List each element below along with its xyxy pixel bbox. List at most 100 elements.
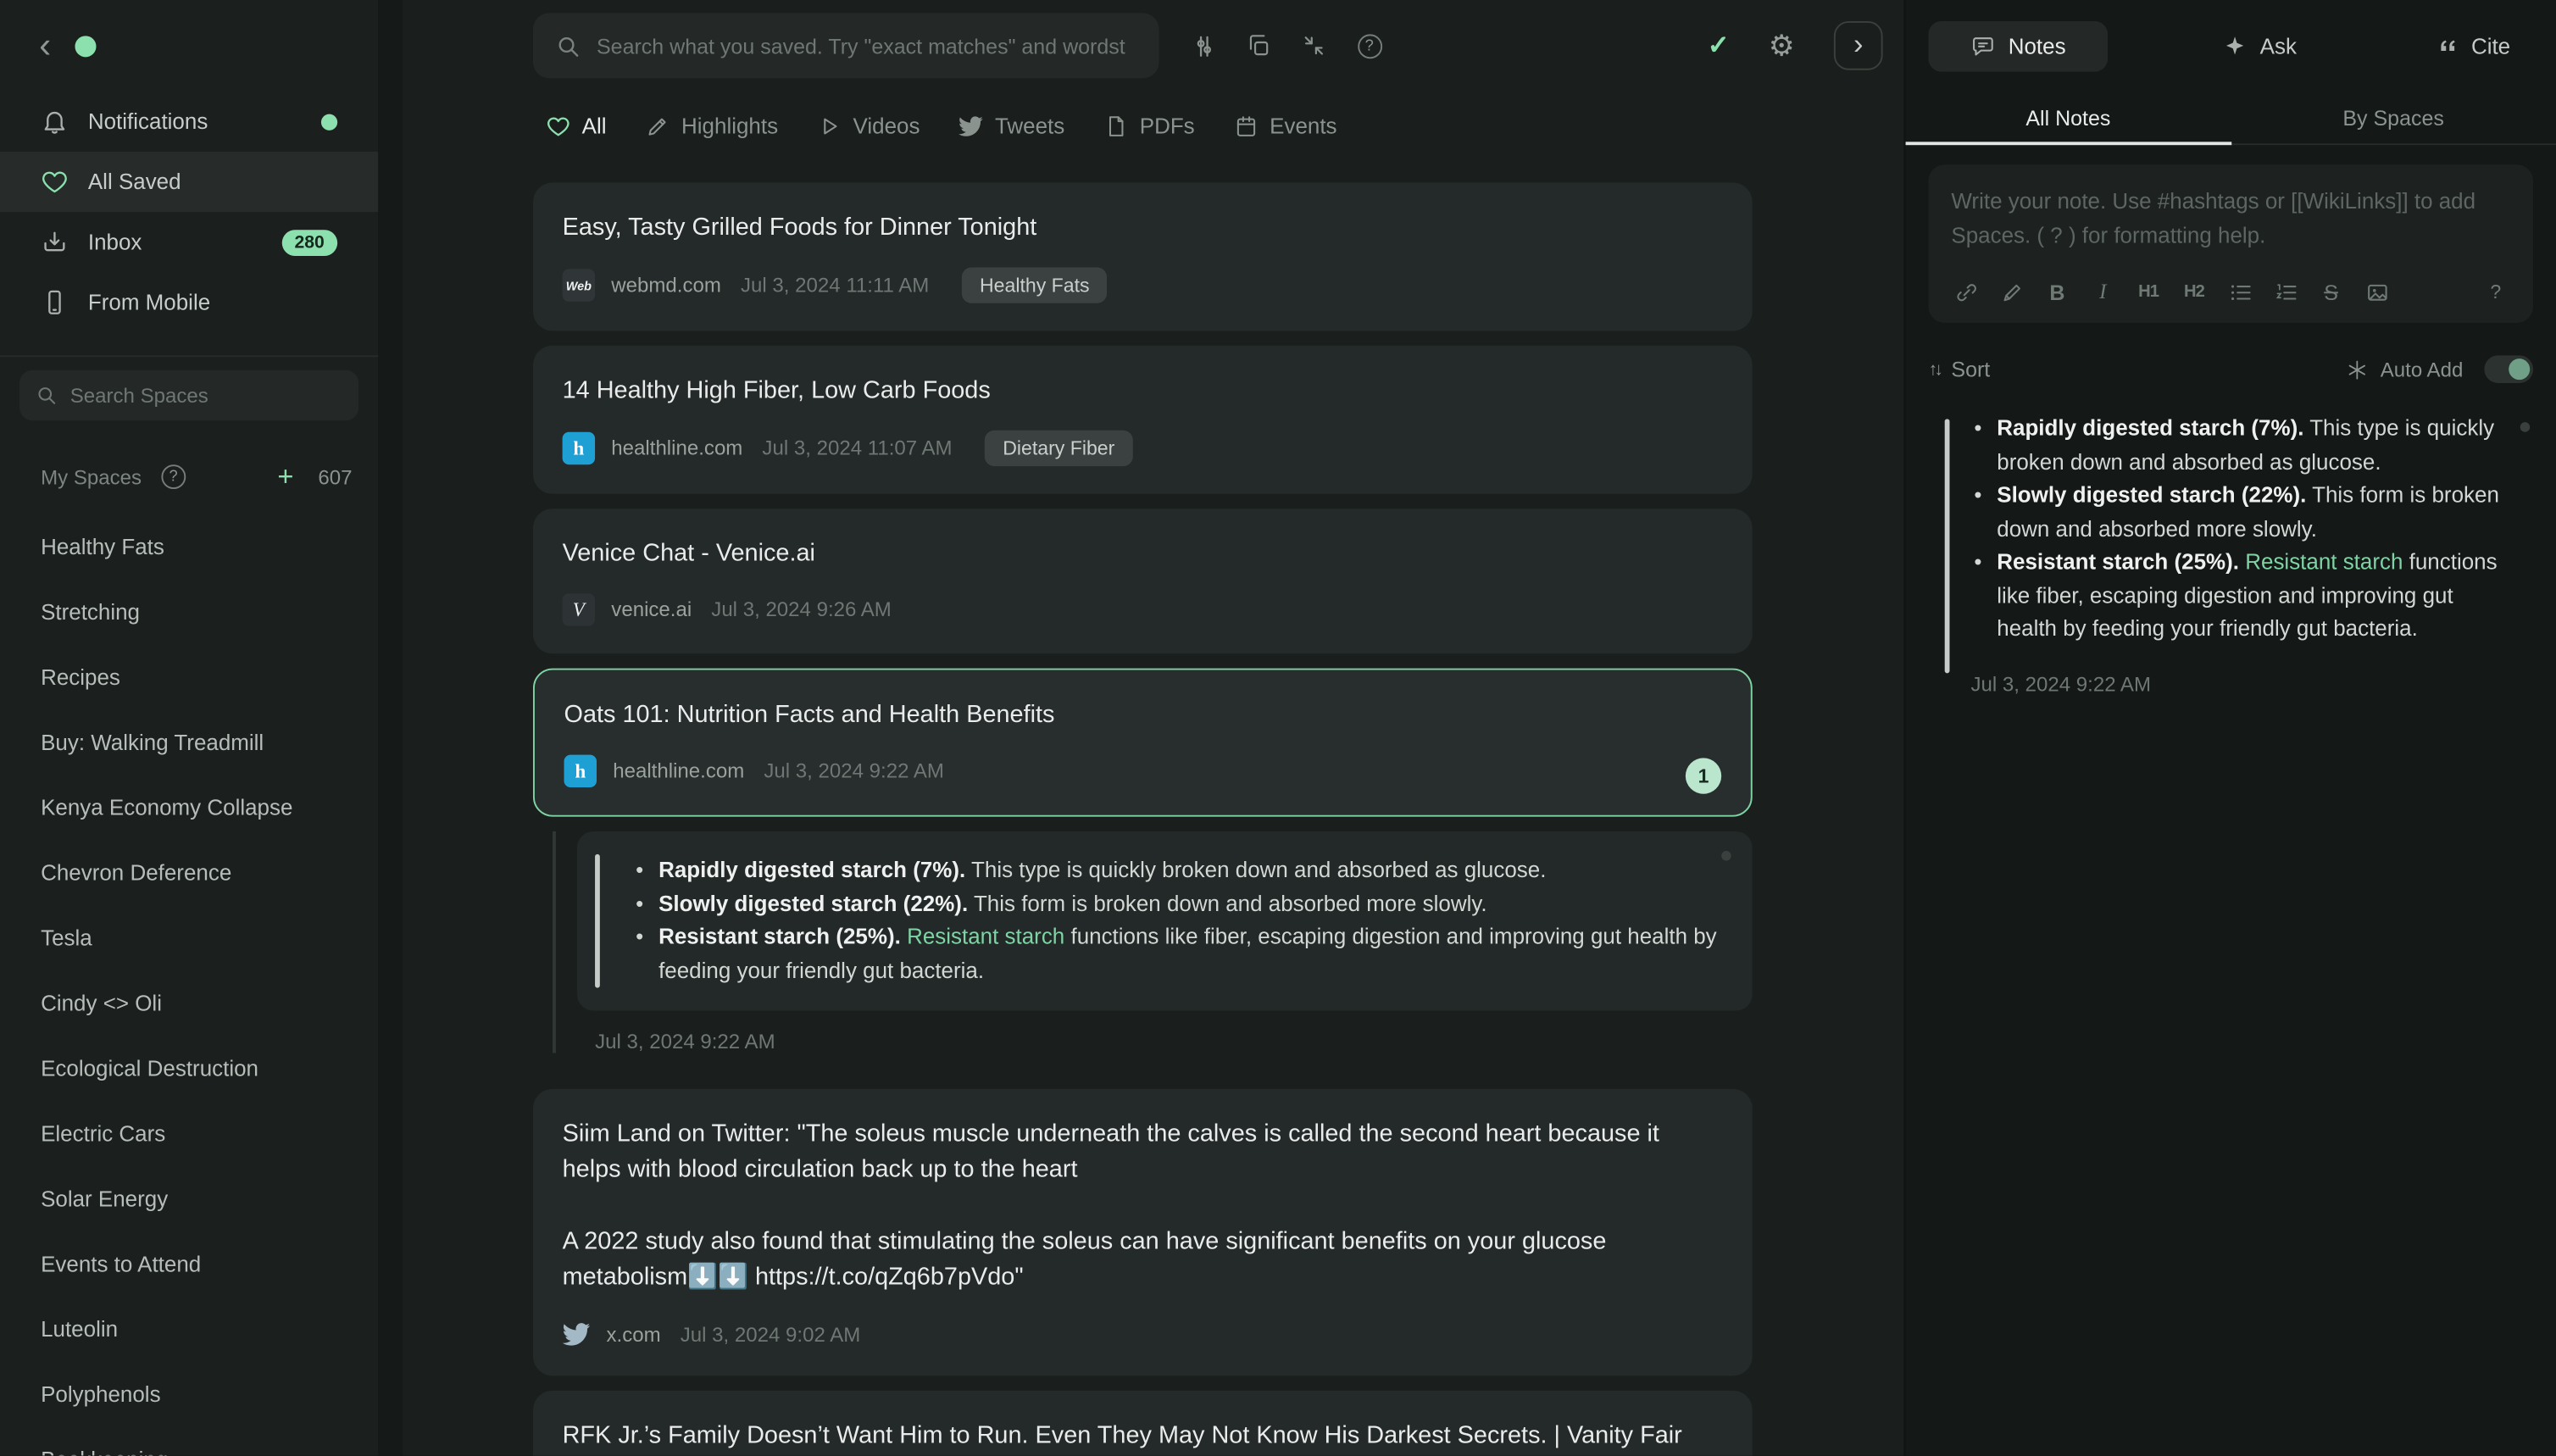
copy-icon[interactable] (1231, 18, 1286, 73)
space-item[interactable]: Luteolin (0, 1296, 378, 1361)
spaces-list: Healthy Fats Stretching Recipes Buy: Wal… (0, 514, 378, 1456)
space-item[interactable]: Events to Attend (0, 1231, 378, 1296)
auto-add-label: Auto Add (2380, 358, 2464, 381)
inbox-count-badge: 280 (281, 229, 338, 256)
filter-events[interactable]: Events (1234, 114, 1337, 138)
sort-button[interactable]: Sort (1951, 357, 1990, 381)
space-item[interactable]: Recipes (0, 644, 378, 709)
resistant-starch-link[interactable]: Resistant starch (907, 925, 1064, 949)
filter-sliders-icon[interactable] (1175, 18, 1231, 73)
twitter-bird-icon (958, 115, 984, 136)
card-title: Oats 101: Nutrition Facts and Health Ben… (564, 701, 1055, 729)
check-icon[interactable]: ✓ (1708, 30, 1730, 62)
space-item[interactable]: Polyphenols (0, 1361, 378, 1426)
global-search[interactable] (532, 13, 1159, 79)
space-item[interactable]: Healthy Fats (0, 514, 378, 579)
note-bullet: Resistant starch (25%). Resistant starch… (1970, 546, 2510, 646)
auto-add-toggle[interactable] (2484, 355, 2534, 384)
h1-icon[interactable]: H1 (2134, 277, 2164, 307)
space-item[interactable]: Cindy <> Oli (0, 970, 378, 1035)
sparkle-icon (2226, 36, 2244, 55)
space-item[interactable]: Bookkeeping (0, 1426, 378, 1456)
filter-tabs: All Highlights Videos Tweets PDFs Events (403, 92, 1904, 160)
healthline-favicon: h (562, 431, 596, 465)
filter-tweets[interactable]: Tweets (958, 114, 1064, 138)
space-item[interactable]: Electric Cars (0, 1100, 378, 1165)
space-item[interactable]: Stretching (0, 579, 378, 644)
tab-notes[interactable]: Notes (1928, 20, 2109, 71)
filter-all[interactable]: All (546, 114, 607, 138)
space-tag-chip[interactable]: Healthy Fats (961, 267, 1108, 303)
back-chevron-icon[interactable]: ‹ (39, 27, 51, 64)
space-item[interactable]: Kenya Economy Collapse (0, 775, 378, 840)
space-item[interactable]: Buy: Walking Treadmill (0, 709, 378, 775)
highlight-quote[interactable]: Rapidly digested starch (7%). This type … (576, 831, 1753, 1011)
h2-icon[interactable]: H2 (2180, 277, 2209, 307)
tab-ask[interactable]: Ask (2201, 20, 2319, 71)
collapse-icon[interactable] (1286, 18, 1342, 73)
tweet-text: Siim Land on Twitter: "The soleus muscle… (562, 1120, 1659, 1184)
gear-icon[interactable]: ⚙ (1769, 31, 1795, 61)
strikethrough-icon[interactable]: S (2316, 277, 2346, 307)
formatting-help-icon[interactable]: ? (2481, 277, 2511, 307)
spaces-search[interactable] (19, 370, 359, 421)
resistant-starch-link[interactable]: Resistant starch (2245, 549, 2403, 574)
asterisk-icon (2349, 359, 2366, 379)
sidebar-item-inbox[interactable]: Inbox 280 (0, 212, 378, 272)
card-date: Jul 3, 2024 11:07 AM (762, 436, 953, 460)
subtab-by-spaces[interactable]: By Spaces (2231, 92, 2556, 144)
image-icon[interactable] (2362, 277, 2392, 307)
space-item[interactable]: Solar Energy (0, 1165, 378, 1231)
tab-cite[interactable]: Cite (2413, 20, 2533, 71)
filter-highlights[interactable]: Highlights (646, 114, 778, 138)
status-dot (75, 35, 97, 57)
italic-icon[interactable]: I (2088, 277, 2118, 307)
space-tag-chip[interactable]: Dietary Fiber (985, 430, 1133, 467)
spaces-search-input[interactable] (69, 383, 342, 407)
link-icon[interactable] (1951, 277, 1981, 307)
global-search-input[interactable] (596, 33, 1136, 58)
next-page-button[interactable]: › (1833, 21, 1883, 70)
main-topbar: ? ✓ ⚙ › (403, 0, 1904, 92)
numbered-list-icon[interactable] (2270, 277, 2300, 307)
filter-videos[interactable]: Videos (817, 114, 920, 138)
saved-card-venice[interactable]: Venice Chat - Venice.ai V venice.ai Jul … (532, 508, 1753, 654)
saved-card-oats-selected[interactable]: Oats 101: Nutrition Facts and Health Ben… (532, 668, 1753, 817)
heart-icon (42, 171, 67, 193)
saved-card-fiber[interactable]: 14 Healthy High Fiber, Low Carb Foods h … (532, 345, 1753, 494)
auto-add-control[interactable]: Auto Add (2346, 355, 2534, 384)
bold-icon[interactable]: B (2042, 277, 2072, 307)
sidebar-item-from-mobile[interactable]: From Mobile (0, 272, 378, 332)
spaces-help-icon[interactable]: ? (161, 464, 186, 490)
saved-card-tweet[interactable]: Siim Land on Twitter: "The soleus muscle… (532, 1088, 1753, 1376)
note-item[interactable]: Rapidly digested starch (7%). This type … (1928, 409, 2533, 695)
sidebar: ‹ Notifications All Saved Inbox 280 From… (0, 0, 379, 1456)
bullet-list-icon[interactable] (2225, 277, 2255, 307)
main-content: ? ✓ ⚙ › All Highlights Videos (403, 0, 1904, 1456)
filter-pdfs[interactable]: PDFs (1103, 114, 1195, 138)
sidebar-item-notifications[interactable]: Notifications (0, 92, 378, 152)
saved-card-webmd[interactable]: Easy, Tasty Grilled Foods for Dinner Ton… (532, 182, 1753, 331)
highlight-timestamp: Jul 3, 2024 9:22 AM (595, 1030, 775, 1053)
help-icon[interactable]: ? (1342, 18, 1397, 73)
search-icon (558, 36, 579, 56)
pen-icon (648, 117, 666, 135)
note-composer[interactable]: B I H1 H2 S ? (1928, 164, 2534, 323)
add-space-button[interactable]: + (277, 463, 293, 491)
my-spaces-label: My Spaces (41, 465, 142, 489)
note-input[interactable] (1951, 184, 2511, 256)
card-source: healthline.com (613, 759, 745, 783)
phone-icon (48, 290, 61, 314)
highlighter-icon[interactable] (1997, 277, 2026, 307)
sidebar-item-all-saved[interactable]: All Saved (0, 151, 379, 213)
healthline-favicon: h (564, 754, 597, 788)
subtab-all-notes[interactable]: All Notes (1905, 92, 2231, 146)
sidebar-scrollbar[interactable] (378, 0, 403, 1456)
saved-card-vanityfair[interactable]: RFK Jr.’s Family Doesn’t Want Him to Run… (532, 1390, 1753, 1456)
note-accent-bar (1944, 419, 1950, 674)
space-item[interactable]: Tesla (0, 905, 378, 970)
note-menu-dot[interactable] (2520, 422, 2531, 432)
space-item[interactable]: Chevron Deference (0, 840, 378, 905)
space-item[interactable]: Ecological Destruction (0, 1035, 378, 1100)
quote-menu-dot[interactable] (1721, 851, 1731, 861)
